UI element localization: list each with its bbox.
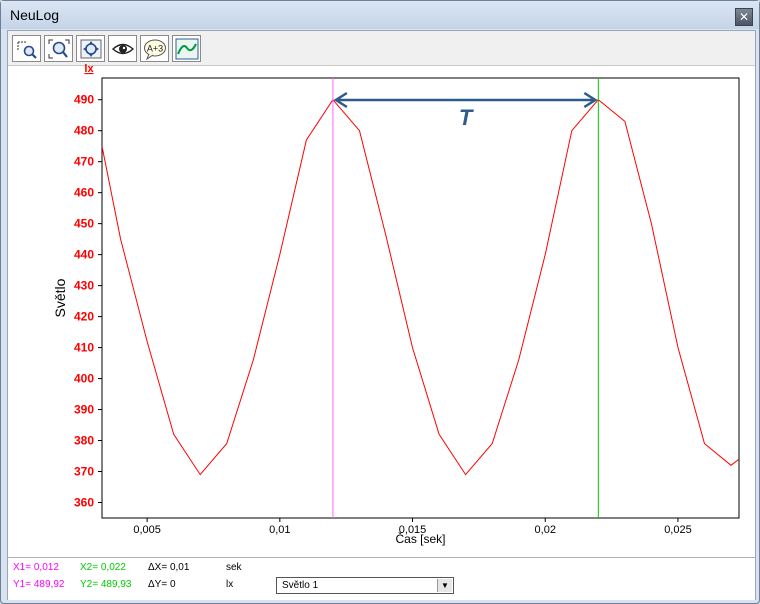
cursor1-y-readout: Y1= 489,92 [13, 579, 65, 590]
x-tick-label: 0,025 [664, 524, 692, 536]
close-button[interactable]: ✕ [735, 8, 753, 26]
x-axis-label: Čas [sek] [395, 531, 445, 546]
y-tick-label: 390 [74, 403, 94, 417]
cursor-readout-panel: X1= 0,012 X2= 0,022 ΔX= 0,01 sek Y1= 489… [8, 557, 755, 600]
y-tick-label: 410 [74, 341, 94, 355]
cursor1-x-readout: X1= 0,012 [13, 562, 59, 573]
x-unit: sek [226, 562, 242, 573]
y-tick-label: 430 [74, 279, 94, 293]
sensor-select-value: Světlo 1 [282, 580, 319, 591]
y-tick-label: 380 [74, 434, 94, 448]
y-tick-label: 450 [74, 217, 94, 231]
period-label: T [459, 105, 474, 130]
y-tick-label: 470 [74, 155, 94, 169]
plot-area [101, 77, 740, 519]
delta-x-readout: ΔX= 0,01 [148, 562, 190, 573]
cursor2-y-readout: Y2= 489,93 [80, 579, 132, 590]
y-axis-label: Světlo [52, 278, 68, 317]
y-tick-label: 490 [74, 93, 94, 107]
chart[interactable]: 360 370 380 390 400 410 420 430 440 450 460 470 480 4… [8, 31, 755, 557]
y-unit: lx [226, 579, 234, 590]
y-tick-label: 360 [74, 496, 94, 510]
y-tick-label: 440 [74, 248, 94, 262]
x-tick-label: 0,005 [133, 524, 161, 536]
y-unit-label: lx [84, 63, 94, 75]
y-tick-label: 420 [74, 310, 94, 324]
y-tick-label: 370 [74, 465, 94, 479]
x-tick-label: 0,02 [535, 524, 556, 536]
y-tick-label: 400 [74, 372, 94, 386]
y-tick-label: 480 [74, 124, 94, 138]
x-tick-label: 0,01 [269, 524, 290, 536]
title-bar[interactable]: NeuLog ✕ [1, 1, 759, 29]
cursor2-x-readout: X2= 0,022 [80, 562, 126, 573]
y-tick-label: 460 [74, 186, 94, 200]
chevron-down-icon[interactable]: ▼ [437, 579, 452, 592]
window-title: NeuLog [10, 7, 60, 23]
neulog-window: NeuLog ✕ A+3 360 370 380 390 400 410 420… [0, 0, 760, 604]
delta-y-readout: ΔY= 0 [148, 579, 176, 590]
sensor-select[interactable]: Světlo 1 ▼ [276, 577, 454, 594]
client-area: A+3 360 370 380 390 400 410 420 430 440 450 460 470… [7, 30, 756, 600]
